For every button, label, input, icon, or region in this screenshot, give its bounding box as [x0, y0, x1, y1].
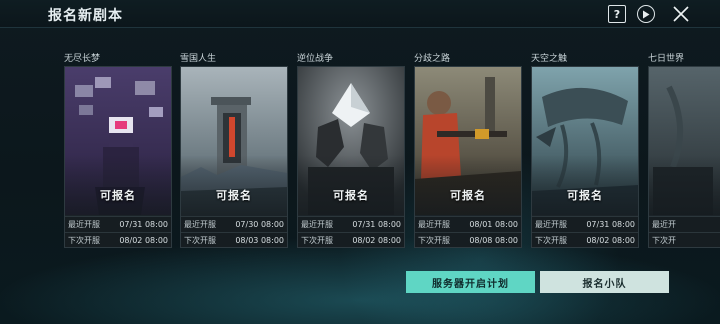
- recent-open-time: 07/30 08:00: [235, 220, 284, 229]
- scenario-card[interactable]: 可报名 最近开服 07/31 08:00 下次开服 08/02 08:00: [297, 66, 405, 248]
- recent-open-label: 最近开服: [68, 220, 100, 229]
- signup-status: 可报名: [333, 189, 369, 202]
- close-button[interactable]: [670, 3, 692, 25]
- recent-open-row: 最近开服 07/31 08:00: [298, 216, 404, 232]
- next-open-label: 下次开: [652, 236, 676, 245]
- close-icon: [673, 6, 689, 22]
- help-icon: ?: [613, 7, 621, 21]
- scenario-card[interactable]: 可报名 最近开服 07/31 08:00 下次开服 08/02 08:00: [531, 66, 639, 248]
- next-open-label: 下次开服: [68, 236, 100, 245]
- scenario-card[interactable]: 可报名 最近开服 07/30 08:00 下次开服 08/03 08:00: [180, 66, 288, 248]
- next-open-row: 下次开服 08/08 08:00: [415, 232, 521, 247]
- next-open-time: 08/08 08:00: [469, 236, 518, 245]
- scenario-name: 分歧之路: [414, 54, 451, 64]
- next-open-row: 下次开服 08/02 08:00: [298, 232, 404, 247]
- recent-open-label: 最近开服: [418, 220, 450, 229]
- recent-open-row: 最近开服 07/30 08:00: [181, 216, 287, 232]
- next-open-time: 08/02 08:00: [586, 236, 635, 245]
- scenario-artwork: [649, 67, 720, 215]
- scenario-name: 无尽长梦: [64, 54, 101, 64]
- recent-open-row: 最近开服 07/31 08:00: [532, 216, 638, 232]
- next-open-time: 08/02 08:00: [119, 236, 168, 245]
- next-open-row: 下次开: [649, 232, 720, 247]
- recent-open-row: 最近开服 08/01 08:00: [415, 216, 521, 232]
- next-open-label: 下次开服: [418, 236, 450, 245]
- server-plan-button[interactable]: 服务器开启计划: [406, 271, 535, 293]
- recent-open-time: 07/31 08:00: [586, 220, 635, 229]
- scenario-card[interactable]: 可报名 最近开服 08/01 08:00 下次开服 08/08 08:00: [414, 66, 522, 248]
- play-video-button[interactable]: [637, 5, 655, 23]
- signup-status: 可报名: [216, 189, 252, 202]
- scenario-card[interactable]: 最近开 下次开: [648, 66, 720, 248]
- recent-open-time: 07/31 08:00: [352, 220, 401, 229]
- signup-status: 可报名: [100, 189, 136, 202]
- header-bar: 报名新剧本 ?: [0, 0, 720, 28]
- recent-open-row: 最近开: [649, 216, 720, 232]
- recent-open-row: 最近开服 07/31 08:00: [65, 216, 171, 232]
- scenario-name: 七日世界: [648, 54, 685, 64]
- page-title: 报名新剧本: [48, 8, 123, 24]
- help-button[interactable]: ?: [608, 5, 626, 23]
- signup-status: 可报名: [450, 189, 486, 202]
- scenario-card-clip: 七日世界 最近开 下次开: [648, 52, 720, 252]
- signup-status: 可报名: [567, 189, 603, 202]
- recent-open-label: 最近开服: [184, 220, 216, 229]
- next-open-time: 08/03 08:00: [235, 236, 284, 245]
- recent-open-label: 最近开: [652, 220, 676, 229]
- play-icon: [643, 10, 650, 18]
- next-open-row: 下次开服 08/02 08:00: [532, 232, 638, 247]
- next-open-row: 下次开服 08/03 08:00: [181, 232, 287, 247]
- next-open-row: 下次开服 08/02 08:00: [65, 232, 171, 247]
- next-open-time: 08/02 08:00: [352, 236, 401, 245]
- scenario-name: 雪国人生: [180, 54, 217, 64]
- scenario-name: 天空之触: [531, 54, 568, 64]
- scenario-name: 逆位战争: [297, 54, 334, 64]
- next-open-label: 下次开服: [301, 236, 333, 245]
- next-open-label: 下次开服: [184, 236, 216, 245]
- recent-open-label: 最近开服: [301, 220, 333, 229]
- signup-team-button[interactable]: 报名小队: [540, 271, 669, 293]
- next-open-label: 下次开服: [535, 236, 567, 245]
- recent-open-time: 07/31 08:00: [119, 220, 168, 229]
- scenario-card[interactable]: 可报名 最近开服 07/31 08:00 下次开服 08/02 08:00: [64, 66, 172, 248]
- recent-open-label: 最近开服: [535, 220, 567, 229]
- recent-open-time: 08/01 08:00: [469, 220, 518, 229]
